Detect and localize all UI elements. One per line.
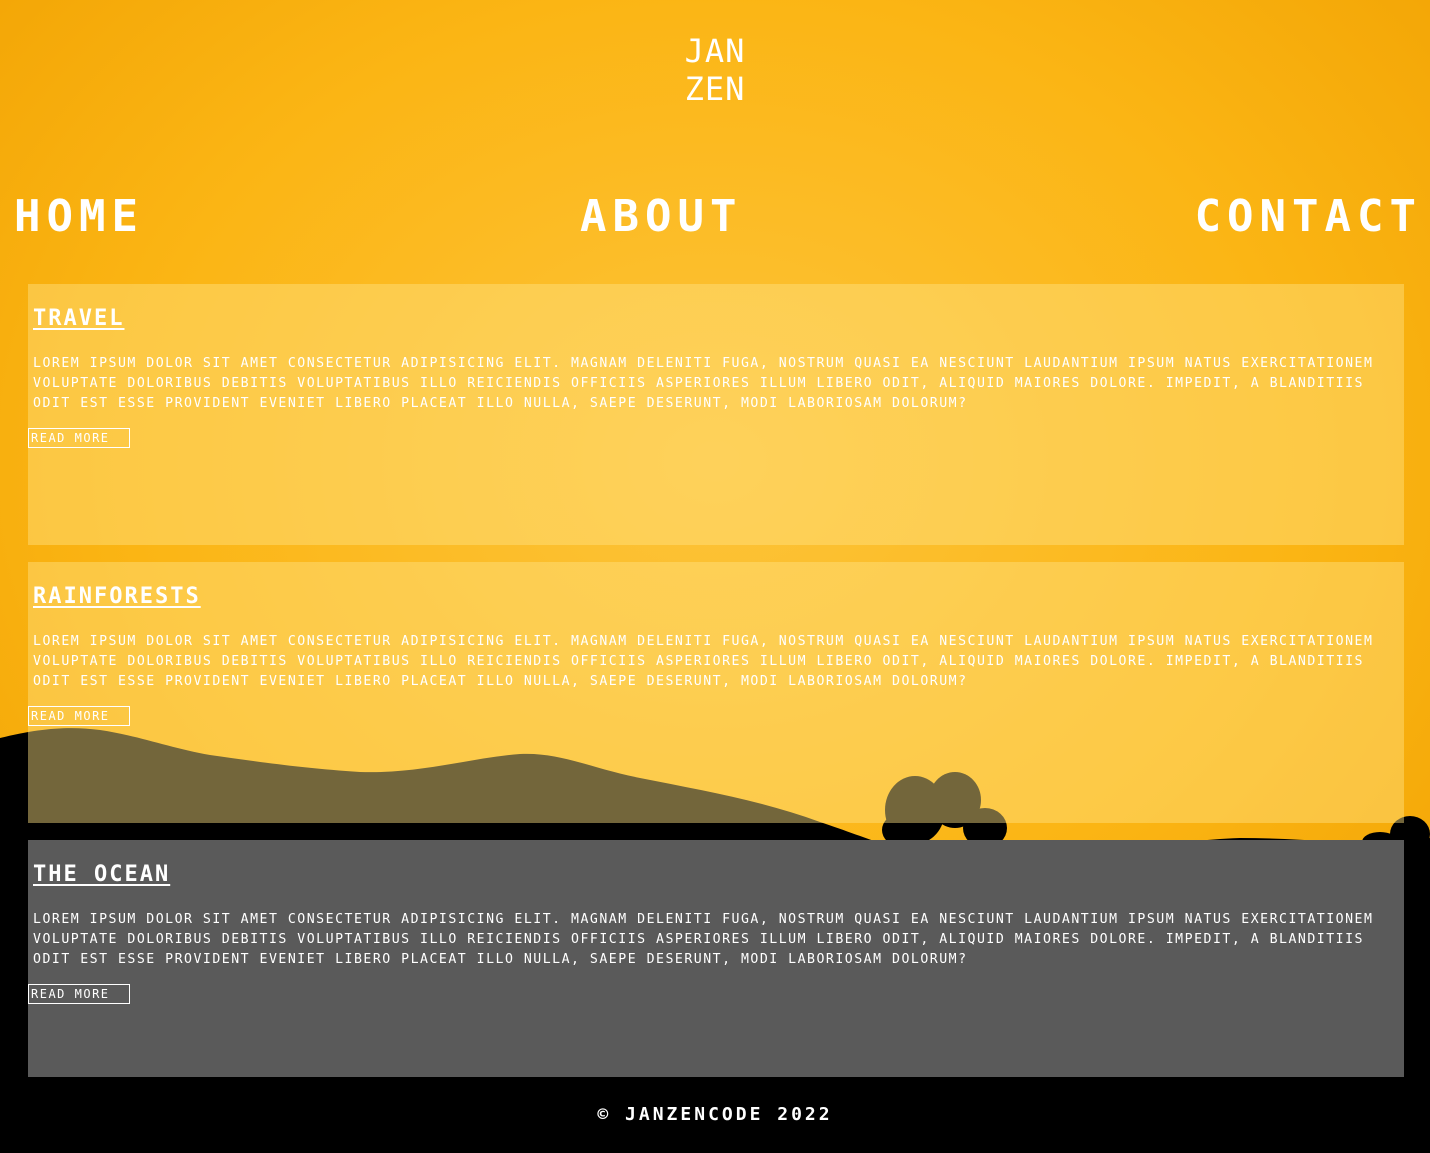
logo-line-1: JAN (684, 32, 746, 70)
card-the-ocean: THE OCEAN LOREM IPSUM DOLOR SIT AMET CON… (28, 840, 1404, 1077)
card-body-rainforests: LOREM IPSUM DOLOR SIT AMET CONSECTETUR A… (33, 634, 1374, 689)
card-body-travel: LOREM IPSUM DOLOR SIT AMET CONSECTETUR A… (33, 356, 1374, 411)
card-body-the-ocean: LOREM IPSUM DOLOR SIT AMET CONSECTETUR A… (33, 912, 1374, 967)
read-more-button-travel[interactable]: READ MORE (28, 428, 130, 448)
card-rainforests: RAINFORESTS LOREM IPSUM DOLOR SIT AMET C… (28, 562, 1404, 823)
logo-line-2: ZEN (684, 70, 746, 108)
card-travel: TRAVEL LOREM IPSUM DOLOR SIT AMET CONSEC… (28, 284, 1404, 545)
nav-home-link[interactable]: HOME (14, 190, 144, 244)
nav-about-link[interactable]: ABOUT (580, 190, 742, 244)
card-title-rainforests[interactable]: RAINFORESTS (33, 584, 201, 609)
site-logo[interactable]: JAN ZEN (665, 32, 765, 108)
card-title-the-ocean[interactable]: THE OCEAN (33, 862, 170, 887)
read-more-button-rainforests[interactable]: READ MORE (28, 706, 130, 726)
read-more-button-the-ocean[interactable]: READ MORE (28, 984, 130, 1004)
main-nav: HOME ABOUT CONTACT (0, 190, 1430, 246)
footer-copyright: © JANZENCODE 2022 (597, 1104, 833, 1125)
card-title-travel[interactable]: TRAVEL (33, 306, 124, 331)
nav-contact-link[interactable]: CONTACT (1195, 190, 1422, 244)
